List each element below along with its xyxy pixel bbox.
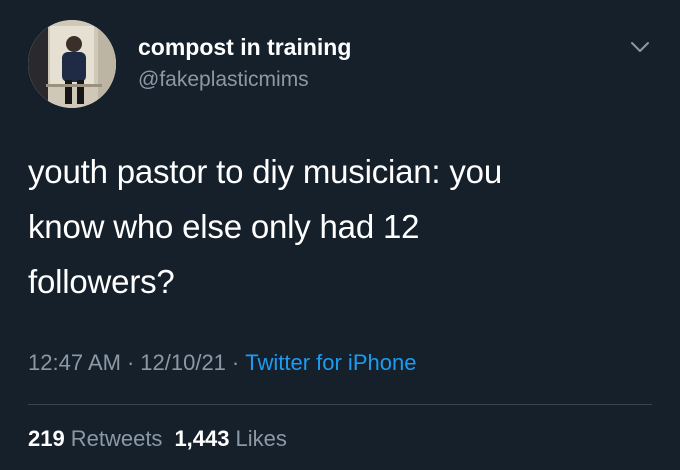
retweets-count: 219 xyxy=(28,426,65,451)
tweet-card: compost in training @fakeplasticmims you… xyxy=(0,0,680,470)
likes-count: 1,443 xyxy=(174,426,230,451)
tweet-text-line: know who else only had 12 xyxy=(28,208,420,245)
tweet-text-line: followers? xyxy=(28,263,175,300)
author-display-name[interactable]: compost in training xyxy=(138,34,351,61)
tweet-text: youth pastor to diy musician: you know w… xyxy=(28,144,648,309)
tweet-text-line: youth pastor to diy musician: you xyxy=(28,153,502,190)
avatar-photo xyxy=(28,20,116,108)
author-handle[interactable]: @fakeplasticmims xyxy=(138,68,309,92)
meta-separator: · xyxy=(231,350,240,375)
avatar[interactable] xyxy=(28,20,116,108)
divider xyxy=(28,404,652,405)
likes-stat[interactable]: 1,443 Likes xyxy=(174,426,286,451)
tweet-date[interactable]: 12/10/21 xyxy=(140,350,226,375)
tweet-time[interactable]: 12:47 AM xyxy=(28,350,121,375)
tweet-stats: 219 Retweets 1,443 Likes xyxy=(28,426,287,452)
tweet-metadata: 12:47 AM · 12/10/21 · Twitter for iPhone xyxy=(28,350,416,376)
likes-label: Likes xyxy=(235,426,287,451)
meta-separator: · xyxy=(126,350,135,375)
chevron-down-icon[interactable] xyxy=(626,36,654,58)
retweets-label: Retweets xyxy=(70,426,163,451)
tweet-source-link[interactable]: Twitter for iPhone xyxy=(245,350,416,375)
retweets-stat[interactable]: 219 Retweets xyxy=(28,426,162,451)
